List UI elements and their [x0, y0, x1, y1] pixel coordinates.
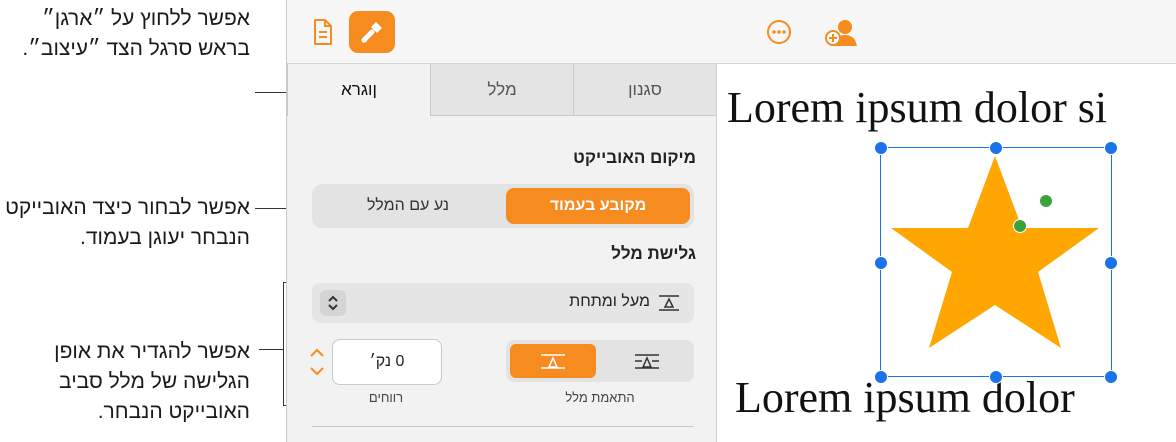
- spacing-label: רווחים: [368, 390, 404, 405]
- text-wrap-title: גלישת מלל: [611, 244, 696, 263]
- tab-text[interactable]: מלל: [430, 64, 573, 116]
- sidebar-divider: [312, 426, 694, 427]
- chevron-updown-icon: [328, 295, 338, 311]
- star-shape[interactable]: [881, 148, 1109, 374]
- format-sidebar: סגנון מלל ןוגרא מיקום האובייקט מקובע בעמ…: [287, 64, 717, 442]
- body-text-line-2[interactable]: Lorem ipsum dolor: [735, 372, 1075, 423]
- text-fit-box-option[interactable]: [510, 344, 596, 378]
- document-icon: [314, 19, 332, 45]
- handle-top-right[interactable]: [1104, 141, 1118, 155]
- object-placement-control: מקובע בעמוד נע עם המלל: [312, 184, 694, 228]
- text-wrap-value: מעל ומתחת: [569, 293, 650, 310]
- text-fit-control: [506, 340, 694, 382]
- callout-object-placement: אפשר לבחור כיצד האובייקט הנבחר יעוגן בעמ…: [5, 196, 250, 249]
- paintbrush-icon: [361, 22, 382, 43]
- more-button[interactable]: [763, 16, 795, 48]
- collaborate-button[interactable]: [821, 14, 861, 50]
- callout-text-wrap: אפשר להגדיר את אופן הגלישה של מלל סביב ה…: [54, 340, 250, 423]
- handle-top-center[interactable]: [989, 141, 1003, 155]
- handle-bottom-center[interactable]: [989, 370, 1003, 384]
- document-canvas: Lorem ipsum dolor si Lorem ipsum dolor: [717, 64, 1176, 442]
- format-button[interactable]: [349, 11, 395, 53]
- text-fit-tight-option[interactable]: [604, 344, 690, 378]
- move-with-text-option[interactable]: נע עם המלל: [316, 188, 500, 224]
- stepper-arrows-icon: [310, 348, 324, 376]
- person-add-icon: [825, 20, 857, 46]
- ellipsis-circle-icon: [767, 20, 791, 44]
- spacing-input[interactable]: 0 נק׳: [332, 339, 442, 385]
- text-fit-tight-icon: [635, 354, 659, 369]
- handle-bottom-left[interactable]: [874, 370, 888, 384]
- shape-adjust-handle[interactable]: [1013, 219, 1027, 233]
- shape-adjust-handle-2[interactable]: [1039, 194, 1053, 208]
- text-fit-label: התאמת מלל: [565, 390, 635, 405]
- popup-chevrons: [320, 290, 346, 316]
- wrap-above-below-icon: [659, 295, 679, 311]
- handle-top-left[interactable]: [874, 141, 888, 155]
- tab-arrange[interactable]: ןוגרא: [287, 64, 430, 116]
- body-text-line-1[interactable]: Lorem ipsum dolor si: [727, 82, 1107, 133]
- handle-bottom-right[interactable]: [1104, 370, 1118, 384]
- object-placement-title: מיקום האובייקט: [573, 148, 696, 167]
- toolbar: [287, 0, 1176, 64]
- tab-style[interactable]: סגנון: [573, 64, 716, 116]
- pages-window: סגנון מלל ןוגרא מיקום האובייקט מקובע בעמ…: [286, 0, 1176, 442]
- handle-middle-right[interactable]: [1104, 256, 1118, 270]
- callout-arrange-tab: אפשר ללחוץ על ״ארגן״ בראש סרגל הצד ״עיצו…: [22, 7, 250, 60]
- text-fit-box-icon: [541, 354, 565, 369]
- handle-middle-left[interactable]: [874, 256, 888, 270]
- stay-on-page-option[interactable]: מקובע בעמוד: [506, 188, 690, 224]
- spacing-stepper[interactable]: [307, 345, 327, 379]
- document-button[interactable]: [305, 14, 341, 50]
- callout-wrap-leader: [259, 349, 283, 350]
- sidebar-tabs: סגנון מלל ןוגרא: [287, 64, 716, 116]
- text-wrap-popup[interactable]: מעל ומתחת: [312, 283, 694, 323]
